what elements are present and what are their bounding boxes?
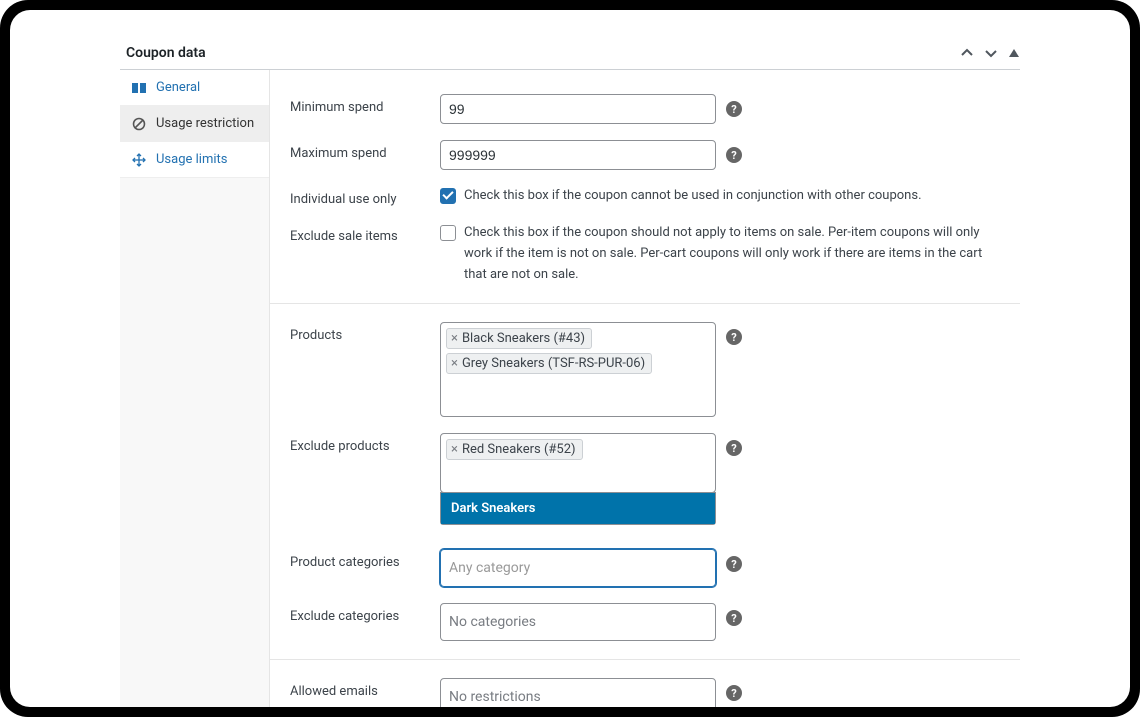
help-icon[interactable]: ? [726, 610, 742, 626]
row-maximum-spend: Maximum spend ? [270, 132, 1020, 178]
individual-use-checkbox[interactable] [440, 188, 456, 204]
row-allowed-emails: Allowed emails No restrictions ? [270, 670, 1020, 707]
dropdown-option[interactable]: Dark Sneakers [441, 493, 715, 524]
individual-use-description: Check this box if the coupon cannot be u… [464, 186, 922, 207]
label-exclude-categories: Exclude categories [290, 603, 440, 624]
label-minimum-spend: Minimum spend [290, 94, 440, 115]
exclude-products-dropdown: Dark Sneakers [440, 492, 716, 525]
product-tag: × Black Sneakers (#43) [446, 328, 592, 349]
row-exclude-sale: Exclude sale items Check this box if the… [270, 215, 1020, 293]
tab-label: Usage limits [156, 152, 227, 167]
row-exclude-products: Exclude products × Red Sneakers (#52) Da… [270, 425, 1020, 501]
label-exclude-sale: Exclude sale items [290, 223, 440, 244]
panel-down-icon[interactable] [984, 46, 998, 60]
ticket-icon [132, 81, 146, 95]
exclude-sale-checkbox[interactable] [440, 225, 456, 241]
row-exclude-categories: Exclude categories No categories ? [270, 595, 1020, 649]
row-minimum-spend: Minimum spend ? [270, 86, 1020, 132]
tag-label: Black Sneakers (#43) [462, 331, 585, 346]
screen: Coupon data General [10, 10, 1130, 707]
tab-general[interactable]: General [120, 70, 269, 106]
label-exclude-products: Exclude products [290, 433, 440, 454]
panel-body: General Usage restriction Usage limits M… [120, 70, 1020, 707]
panel-collapse-icon[interactable] [1008, 47, 1020, 59]
sidebar: General Usage restriction Usage limits [120, 70, 270, 707]
panel-up-icon[interactable] [960, 46, 974, 60]
tag-label: Grey Sneakers (TSF-RS-PUR-06) [462, 356, 645, 371]
row-product-categories: Product categories Any category ? [270, 541, 1020, 595]
help-icon[interactable]: ? [726, 329, 742, 345]
device-frame: Coupon data General [0, 0, 1140, 717]
product-categories-select[interactable]: Any category [440, 549, 716, 587]
tab-label: General [156, 80, 200, 95]
help-icon[interactable]: ? [726, 440, 742, 456]
label-individual-use: Individual use only [290, 186, 440, 207]
divider [270, 659, 1020, 660]
allowed-emails-input[interactable]: No restrictions [440, 678, 716, 707]
label-maximum-spend: Maximum spend [290, 140, 440, 161]
placeholder-text: No categories [449, 614, 536, 630]
row-individual-use: Individual use only Check this box if th… [270, 178, 1020, 215]
exclude-products-select[interactable]: × Red Sneakers (#52) [440, 433, 716, 493]
products-select[interactable]: × Black Sneakers (#43) × Grey Sneakers (… [440, 322, 716, 417]
row-products: Products × Black Sneakers (#43) × Grey S… [270, 314, 1020, 425]
product-tag: × Grey Sneakers (TSF-RS-PUR-06) [446, 353, 652, 374]
content: Minimum spend ? Maximum spend ? Individu… [270, 70, 1020, 707]
panel-title: Coupon data [120, 45, 206, 61]
label-allowed-emails: Allowed emails [290, 678, 440, 699]
tab-label: Usage restriction [156, 116, 254, 131]
remove-tag-icon[interactable]: × [451, 332, 458, 345]
panel-header: Coupon data [120, 45, 1020, 70]
tag-label: Red Sneakers (#52) [462, 442, 576, 457]
help-icon[interactable]: ? [726, 685, 742, 701]
maximum-spend-input[interactable] [440, 140, 716, 170]
move-icon [132, 153, 146, 167]
placeholder-text: No restrictions [449, 689, 541, 705]
block-icon [132, 117, 146, 131]
tab-usage-restriction[interactable]: Usage restriction [120, 106, 269, 142]
panel-controls [960, 46, 1020, 60]
minimum-spend-input[interactable] [440, 94, 716, 124]
exclude-sale-description: Check this box if the coupon should not … [464, 223, 1000, 285]
help-icon[interactable]: ? [726, 556, 742, 572]
divider [270, 303, 1020, 304]
tab-usage-limits[interactable]: Usage limits [120, 142, 269, 178]
remove-tag-icon[interactable]: × [451, 443, 458, 456]
help-icon[interactable]: ? [726, 101, 742, 117]
remove-tag-icon[interactable]: × [451, 357, 458, 370]
label-products: Products [290, 322, 440, 343]
help-icon[interactable]: ? [726, 147, 742, 163]
placeholder-text: Any category [449, 560, 530, 576]
label-product-categories: Product categories [290, 549, 440, 570]
exclude-categories-select[interactable]: No categories [440, 603, 716, 641]
product-tag: × Red Sneakers (#52) [446, 439, 583, 460]
